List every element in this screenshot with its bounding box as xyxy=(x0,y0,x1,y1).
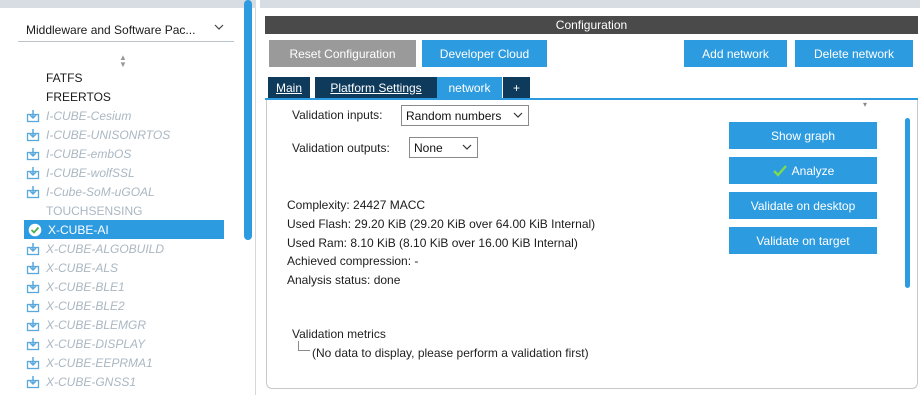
validate-on-target-button[interactable]: Validate on target xyxy=(729,227,877,254)
download-icon xyxy=(26,109,40,123)
component-panel: Middleware and Software Pac... ▲ ▼ FATFS F… xyxy=(0,0,256,395)
delete-network-button[interactable]: Delete network xyxy=(795,40,913,67)
component-item-label: X-CUBE-ALGOBUILD xyxy=(46,241,165,256)
analysis-status-text: Analysis status: done xyxy=(287,273,401,287)
component-item-label: FATFS xyxy=(46,70,83,85)
panel-top-strip xyxy=(0,0,256,8)
left-scrollbar[interactable] xyxy=(244,0,252,240)
download-icon xyxy=(26,356,40,370)
tab-network[interactable]: network xyxy=(437,77,502,98)
component-item-label: X-CUBE-BLE2 xyxy=(46,298,125,313)
download-icon xyxy=(26,242,40,256)
component-item[interactable]: X-CUBE-BLEMGR xyxy=(22,315,237,334)
download-icon xyxy=(26,337,40,351)
tree-connector xyxy=(298,341,310,351)
category-select-label: Middleware and Software Pac... xyxy=(26,22,196,37)
component-item[interactable]: I-CUBE-Cesium xyxy=(22,106,237,125)
achieved-compression-text: Achieved compression: - xyxy=(287,254,419,268)
chevron-down-icon xyxy=(462,141,472,151)
check-icon xyxy=(772,164,788,178)
component-list: FATFS FREERTOS I-CUBE-Cesium I-CUBE-UNISONR… xyxy=(22,68,237,391)
tab-add[interactable]: + xyxy=(503,77,530,98)
validation-inputs-value: Random numbers xyxy=(406,108,502,123)
analyze-button[interactable]: Analyze xyxy=(729,157,877,184)
download-icon xyxy=(26,185,40,199)
component-item-label: X-CUBE-AI xyxy=(48,222,109,237)
download-icon xyxy=(26,375,40,389)
validation-outputs-value: None xyxy=(414,140,443,155)
component-item-label: I-Cube-SoM-uGOAL xyxy=(46,184,155,199)
component-item[interactable]: X-CUBE-BLE1 xyxy=(22,277,237,296)
add-network-button[interactable]: Add network xyxy=(684,40,787,67)
tab-main[interactable]: Main xyxy=(268,77,310,98)
tab-platform-settings[interactable]: Platform Settings xyxy=(315,77,437,98)
component-item[interactable]: I-Cube-SoM-uGOAL xyxy=(22,182,237,201)
complexity-text: Complexity: 24427 MACC xyxy=(287,198,426,212)
component-item[interactable]: I-CUBE-embOS xyxy=(22,144,237,163)
check-circle-icon xyxy=(28,223,42,237)
category-select[interactable]: Middleware and Software Pac... xyxy=(18,18,234,42)
scroll-indicator-icon: ▾ xyxy=(863,100,868,109)
validation-metrics-title: Validation metrics xyxy=(292,327,386,341)
component-item[interactable]: X-CUBE-BLE2 xyxy=(22,296,237,315)
reset-configuration-button[interactable]: Reset Configuration xyxy=(269,40,416,67)
component-item[interactable]: I-CUBE-wolfSSL xyxy=(22,163,237,182)
component-item-label: I-CUBE-Cesium xyxy=(46,108,132,123)
component-item[interactable]: I-CUBE-UNISONRTOS xyxy=(22,125,237,144)
component-item-label: I-CUBE-embOS xyxy=(46,146,132,161)
component-item-label: X-CUBE-GNSS1 xyxy=(46,374,137,389)
validation-inputs-select[interactable]: Random numbers xyxy=(401,105,529,126)
download-icon xyxy=(26,318,40,332)
download-icon xyxy=(26,166,40,180)
validation-metrics-empty: (No data to display, please perform a va… xyxy=(312,346,589,360)
component-item[interactable]: FATFS xyxy=(22,68,237,87)
component-item[interactable]: FREERTOS xyxy=(22,87,237,106)
chevron-down-icon xyxy=(513,109,523,119)
component-item[interactable]: X-CUBE-EEPRMA1 xyxy=(22,353,237,372)
component-item[interactable]: TOUCHSENSING xyxy=(22,201,237,220)
download-icon xyxy=(26,261,40,275)
validation-outputs-label: Validation outputs: xyxy=(292,141,390,155)
developer-cloud-button[interactable]: Developer Cloud xyxy=(422,40,547,67)
download-icon xyxy=(26,280,40,294)
component-item-label: X-CUBE-ALS xyxy=(46,260,119,275)
component-item[interactable]: X-CUBE-AI xyxy=(24,220,224,239)
sort-icon[interactable]: ▲ ▼ xyxy=(119,54,127,69)
component-item-label: X-CUBE-EEPRMA1 xyxy=(46,355,153,370)
validate-on-desktop-button[interactable]: Validate on desktop xyxy=(729,192,877,219)
configuration-header: Configuration xyxy=(265,16,918,34)
component-item-label: I-CUBE-wolfSSL xyxy=(46,165,135,180)
validation-inputs-label: Validation inputs: xyxy=(292,108,383,122)
component-item-label: FREERTOS xyxy=(46,89,111,104)
download-icon xyxy=(26,128,40,142)
network-content: ▾ Validation inputs: Random numbers Vali… xyxy=(266,100,918,389)
analyze-button-label: Analyze xyxy=(791,163,835,178)
component-item-label: TOUCHSENSING xyxy=(46,203,143,218)
component-item[interactable]: X-CUBE-DISPLAY xyxy=(22,334,237,353)
download-icon xyxy=(26,147,40,161)
component-item-label: X-CUBE-BLEMGR xyxy=(46,317,147,332)
component-item[interactable]: X-CUBE-ALGOBUILD xyxy=(22,239,237,258)
component-item[interactable]: X-CUBE-GNSS1 xyxy=(22,372,237,391)
configuration-panel: Configuration Reset Configuration Develo… xyxy=(260,0,920,395)
component-item[interactable]: X-CUBE-ALS xyxy=(22,258,237,277)
content-scrollbar[interactable] xyxy=(905,118,910,288)
validation-outputs-select[interactable]: None xyxy=(409,137,478,158)
panel-top-strip xyxy=(260,0,920,8)
component-item-label: I-CUBE-UNISONRTOS xyxy=(46,127,171,142)
component-item-label: X-CUBE-DISPLAY xyxy=(46,336,146,351)
chevron-down-icon xyxy=(214,21,224,35)
show-graph-button[interactable]: Show graph xyxy=(729,122,877,149)
component-item-label: X-CUBE-BLE1 xyxy=(46,279,125,294)
used-flash-text: Used Flash: 29.20 KiB (29.20 KiB over 64… xyxy=(287,217,596,231)
download-icon xyxy=(26,299,40,313)
used-ram-text: Used Ram: 8.10 KiB (8.10 KiB over 16.00 … xyxy=(287,236,578,250)
